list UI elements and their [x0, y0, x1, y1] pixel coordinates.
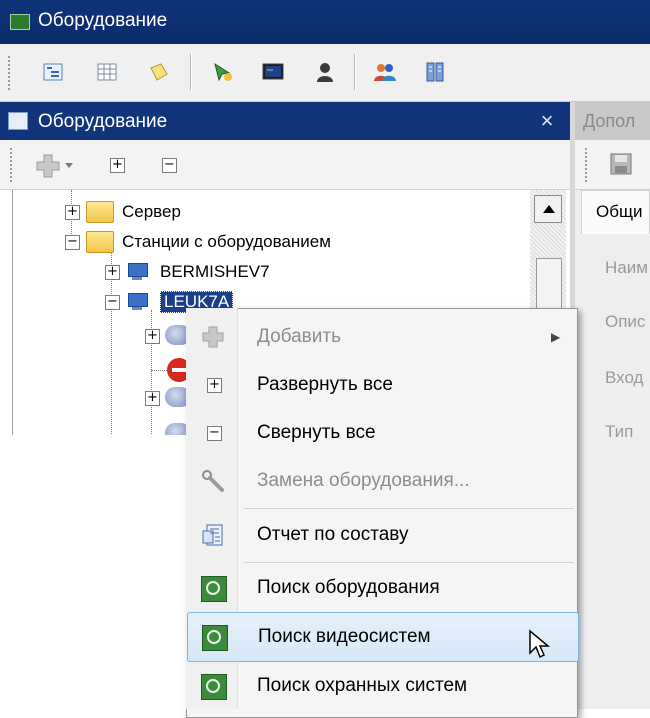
window-title-bar: Оборудование: [0, 0, 650, 44]
toolbar-separator: [354, 54, 355, 90]
collapse-toggle[interactable]: −: [65, 234, 80, 250]
folder-icon: [86, 201, 114, 223]
equipment-icon[interactable]: [420, 57, 450, 87]
menu-item-replace-equipment[interactable]: Замена оборудования...: [187, 457, 577, 505]
add-dropdown-button[interactable]: [36, 152, 73, 178]
toolbar-separator: [190, 54, 191, 90]
tree-node-label: BERMISHEV7: [160, 262, 270, 281]
users-icon[interactable]: [370, 57, 400, 87]
expand-toggle[interactable]: +: [145, 391, 160, 406]
tree-node-stations[interactable]: − Станции с оборудованием: [65, 227, 331, 257]
field-label-description: Опис: [605, 312, 646, 331]
menu-item-label: Добавить: [257, 326, 341, 347]
expand-all-button[interactable]: +: [110, 158, 125, 173]
field-label-input: Вход: [605, 368, 644, 387]
tab-general-label: Общи: [596, 202, 643, 221]
menu-item-expand-all[interactable]: + Развернуть все: [187, 361, 577, 409]
folder-icon: [86, 231, 114, 253]
menu-item-label: Замена оборудования...: [257, 470, 470, 491]
main-toolbar: [0, 44, 650, 102]
tree-toolbar: + −: [0, 140, 570, 190]
expand-toggle[interactable]: +: [65, 204, 80, 220]
toolbar-grip[interactable]: [585, 148, 591, 182]
window-title: Оборудование: [38, 10, 168, 31]
collapse-all-button[interactable]: −: [162, 158, 177, 173]
tab-general[interactable]: Общи: [581, 190, 650, 234]
add-device-icon[interactable]: [208, 57, 238, 87]
panel-title: Оборудование: [38, 111, 168, 132]
expand-icon: +: [207, 378, 222, 393]
scroll-up-button[interactable]: [534, 195, 562, 223]
submenu-arrow-icon: ▶: [551, 330, 561, 344]
menu-item-composition-report[interactable]: Отчет по составу: [187, 511, 577, 559]
mouse-cursor-icon: [529, 629, 551, 659]
search-video-icon: [202, 625, 228, 651]
toolbar-grip[interactable]: [8, 56, 14, 90]
expand-toggle[interactable]: +: [105, 264, 120, 280]
tree-node-label: Сервер: [122, 202, 181, 221]
menu-item-label: Поиск оборудования: [257, 577, 440, 598]
computer-icon: [126, 263, 148, 281]
menu-separator: [244, 508, 574, 509]
toolbar-grip[interactable]: [10, 148, 16, 182]
grid-icon[interactable]: [92, 57, 122, 87]
menu-item-search-video-systems[interactable]: Поиск видеосистем: [187, 612, 579, 662]
notes-icon[interactable]: [144, 57, 174, 87]
menu-item-label: Поиск охранных систем: [257, 675, 468, 696]
right-panel-toolbar: [575, 140, 650, 190]
app-icon: [10, 14, 30, 30]
user-icon[interactable]: [310, 57, 340, 87]
tree-panel-icon: [8, 112, 28, 130]
right-panel-title: Допол: [583, 111, 636, 131]
menu-item-collapse-all[interactable]: − Свернуть все: [187, 409, 577, 457]
search-security-icon: [201, 674, 227, 700]
collapse-toggle[interactable]: −: [105, 294, 120, 310]
add-icon: [201, 325, 225, 349]
collapse-icon: −: [207, 426, 222, 441]
tree-view-icon[interactable]: [38, 57, 68, 87]
menu-item-search-security-systems[interactable]: Поиск охранных систем: [187, 662, 577, 710]
monitor-icon[interactable]: [258, 57, 288, 87]
wrench-icon: [201, 469, 225, 493]
computer-icon: [126, 293, 148, 311]
menu-item-label: Свернуть все: [257, 422, 376, 443]
menu-item-label: Поиск видеосистем: [258, 626, 431, 647]
menu-item-label: Развернуть все: [257, 374, 393, 395]
report-icon: [201, 523, 225, 547]
menu-item-label: Отчет по составу: [257, 524, 409, 545]
expand-toggle[interactable]: +: [145, 329, 160, 344]
tree-node-bermishev7[interactable]: + BERMISHEV7: [105, 257, 270, 287]
search-equipment-icon: [201, 576, 227, 602]
menu-item-add[interactable]: Добавить ▶: [187, 313, 577, 361]
right-panel-header: Допол: [575, 102, 650, 140]
close-icon[interactable]: ×: [532, 106, 562, 136]
tree-node-server[interactable]: + Сервер: [65, 197, 181, 227]
menu-item-search-equipment[interactable]: Поиск оборудования: [187, 564, 577, 612]
field-label-type: Тип: [605, 422, 634, 441]
save-icon[interactable]: [609, 152, 633, 176]
panel-header: Оборудование ×: [0, 102, 570, 140]
menu-separator: [244, 562, 574, 563]
field-label-name: Наим: [605, 258, 648, 277]
right-panel-body: Общи Наим Опис Вход Тип: [575, 190, 650, 709]
tree-node-label: Станции с оборудованием: [122, 232, 331, 251]
